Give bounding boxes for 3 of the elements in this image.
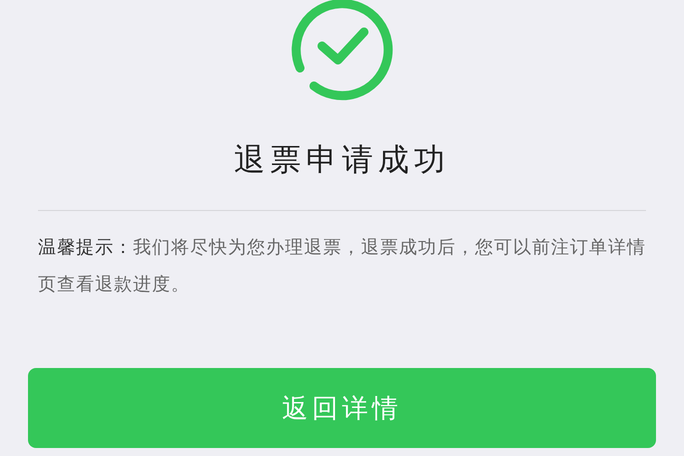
- notice-text: 温馨提示：我们将尽快为您办理退票，退票成功后，您可以前注订单详情页查看退款进度。: [38, 236, 646, 297]
- page-title: 退票申请成功: [234, 141, 450, 180]
- return-details-button[interactable]: 返回详情: [28, 368, 656, 448]
